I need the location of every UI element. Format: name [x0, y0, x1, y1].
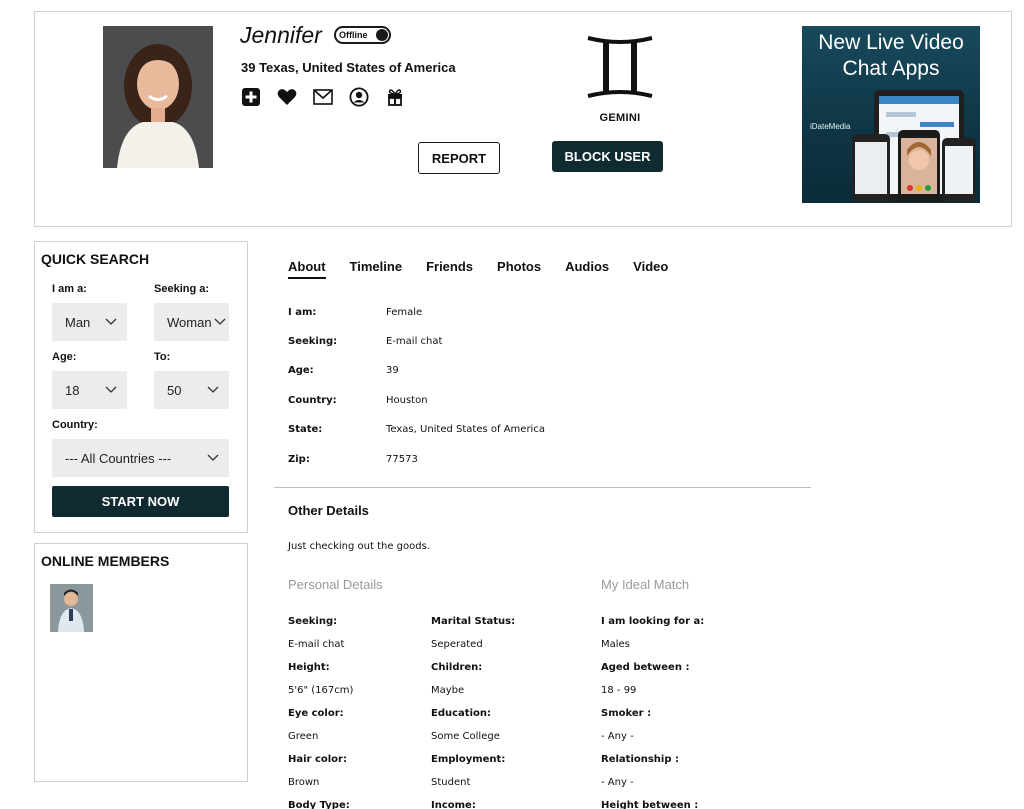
- user-circle-icon[interactable]: [348, 86, 370, 108]
- ideal-key: I am looking for a:: [601, 616, 705, 627]
- about-value: 39: [386, 365, 399, 376]
- start-now-button[interactable]: START NOW: [52, 486, 229, 517]
- about-key: Age:: [288, 365, 314, 376]
- i-am-select[interactable]: Man: [52, 303, 127, 341]
- ideal-key: Aged between :: [601, 662, 690, 673]
- toggle-knob: [376, 29, 388, 41]
- about-key: Country:: [288, 395, 337, 406]
- seeking-select[interactable]: Woman: [154, 303, 229, 341]
- section-divider: [274, 487, 811, 488]
- video-chat-ad-banner[interactable]: New Live Video Chat Apps iDateMedia: [802, 26, 980, 203]
- detail-value: 5'6" (167cm): [288, 685, 354, 696]
- i-am-value: Man: [65, 314, 91, 330]
- about-value: Female: [386, 307, 423, 318]
- age-from-value: 18: [65, 382, 80, 398]
- status-label: Offline: [339, 30, 368, 40]
- about-value: E-mail chat: [386, 336, 443, 347]
- chevron-down-icon: [207, 454, 219, 461]
- ideal-value: Males: [601, 639, 630, 650]
- age-to-value: 50: [167, 382, 182, 398]
- profile-name: Jennifer: [240, 22, 322, 48]
- detail-key: Children:: [431, 662, 483, 673]
- detail-key: Seeking:: [288, 616, 338, 627]
- about-value: 77573: [386, 454, 418, 465]
- tab-timeline[interactable]: Timeline: [350, 259, 403, 279]
- ideal-key: Relationship :: [601, 754, 679, 765]
- i-am-label: I am a:: [52, 283, 87, 295]
- online-members-title: ONLINE MEMBERS: [41, 553, 170, 569]
- detail-key: Income:: [431, 800, 476, 809]
- heart-icon[interactable]: [276, 86, 298, 108]
- profile-photo[interactable]: [103, 26, 213, 168]
- chevron-down-icon: [207, 386, 219, 393]
- gift-icon[interactable]: [384, 86, 406, 108]
- detail-value: Seperated: [431, 639, 483, 650]
- about-value: Texas, United States of America: [386, 424, 545, 435]
- mail-icon[interactable]: [312, 86, 334, 108]
- ideal-value: 18 - 99: [601, 685, 637, 696]
- tab-about[interactable]: About: [288, 259, 326, 279]
- age-from-select[interactable]: 18: [52, 371, 127, 409]
- about-key: State:: [288, 424, 323, 435]
- block-user-button[interactable]: BLOCK USER: [552, 141, 663, 172]
- country-label: Country:: [52, 419, 98, 431]
- detail-value: Brown: [288, 777, 320, 788]
- tab-audios[interactable]: Audios: [565, 259, 609, 279]
- about-value: Houston: [386, 395, 428, 406]
- chevron-down-icon: [105, 318, 117, 325]
- ideal-value: - Any -: [601, 777, 634, 788]
- profile-tabs: About Timeline Friends Photos Audios Vid…: [288, 259, 668, 279]
- chevron-down-icon: [214, 318, 226, 325]
- tab-photos[interactable]: Photos: [497, 259, 541, 279]
- detail-key: Education:: [431, 708, 491, 719]
- zodiac-sign: GEMINI: [599, 112, 641, 124]
- country-value: --- All Countries ---: [65, 450, 172, 466]
- about-key: Seeking:: [288, 336, 338, 347]
- detail-key: Hair color:: [288, 754, 347, 765]
- report-button[interactable]: REPORT: [418, 142, 500, 174]
- about-key: I am:: [288, 307, 317, 318]
- quick-search-title: QUICK SEARCH: [41, 251, 150, 267]
- detail-key: Eye color:: [288, 708, 344, 719]
- detail-key: Marital Status:: [431, 616, 516, 627]
- seeking-label: Seeking a:: [154, 283, 210, 295]
- ideal-key: Smoker :: [601, 708, 652, 719]
- profile-location: 39 Texas, United States of America: [241, 60, 456, 75]
- to-label: To:: [154, 351, 171, 363]
- detail-value: Maybe: [431, 685, 465, 696]
- detail-value: Green: [288, 731, 319, 742]
- age-label: Age:: [52, 351, 77, 363]
- personal-details-heading: Personal Details: [288, 577, 383, 592]
- country-select[interactable]: --- All Countries ---: [52, 439, 229, 477]
- online-member-avatar[interactable]: [50, 584, 93, 632]
- gemini-icon: [587, 36, 653, 98]
- tab-video[interactable]: Video: [633, 259, 668, 279]
- age-to-select[interactable]: 50: [154, 371, 229, 409]
- online-members-panel: ONLINE MEMBERS: [34, 543, 248, 782]
- detail-value: E-mail chat: [288, 639, 345, 650]
- ideal-key: Height between :: [601, 800, 699, 809]
- add-icon[interactable]: [240, 86, 262, 108]
- chevron-down-icon: [105, 386, 117, 393]
- profile-actions: [240, 86, 406, 108]
- seeking-value: Woman: [167, 314, 212, 330]
- detail-value: Some College: [431, 731, 500, 742]
- quick-search-panel: QUICK SEARCH I am a: Seeking a: Man Woma…: [34, 241, 248, 533]
- ideal-match-heading: My Ideal Match: [601, 577, 690, 592]
- phones-illustration: [852, 90, 976, 202]
- detail-value: Student: [431, 777, 471, 788]
- other-details-title: Other Details: [288, 503, 369, 518]
- ideal-value: - Any -: [601, 731, 634, 742]
- status-toggle[interactable]: Offline: [334, 26, 391, 44]
- tab-friends[interactable]: Friends: [426, 259, 473, 279]
- detail-key: Body Type:: [288, 800, 350, 809]
- detail-key: Height:: [288, 662, 330, 673]
- detail-key: Employment:: [431, 754, 506, 765]
- profile-header: Jennifer Offline 39 Texas, United States…: [34, 11, 1012, 227]
- other-details-text: Just checking out the goods.: [288, 541, 430, 552]
- about-key: Zip:: [288, 454, 310, 465]
